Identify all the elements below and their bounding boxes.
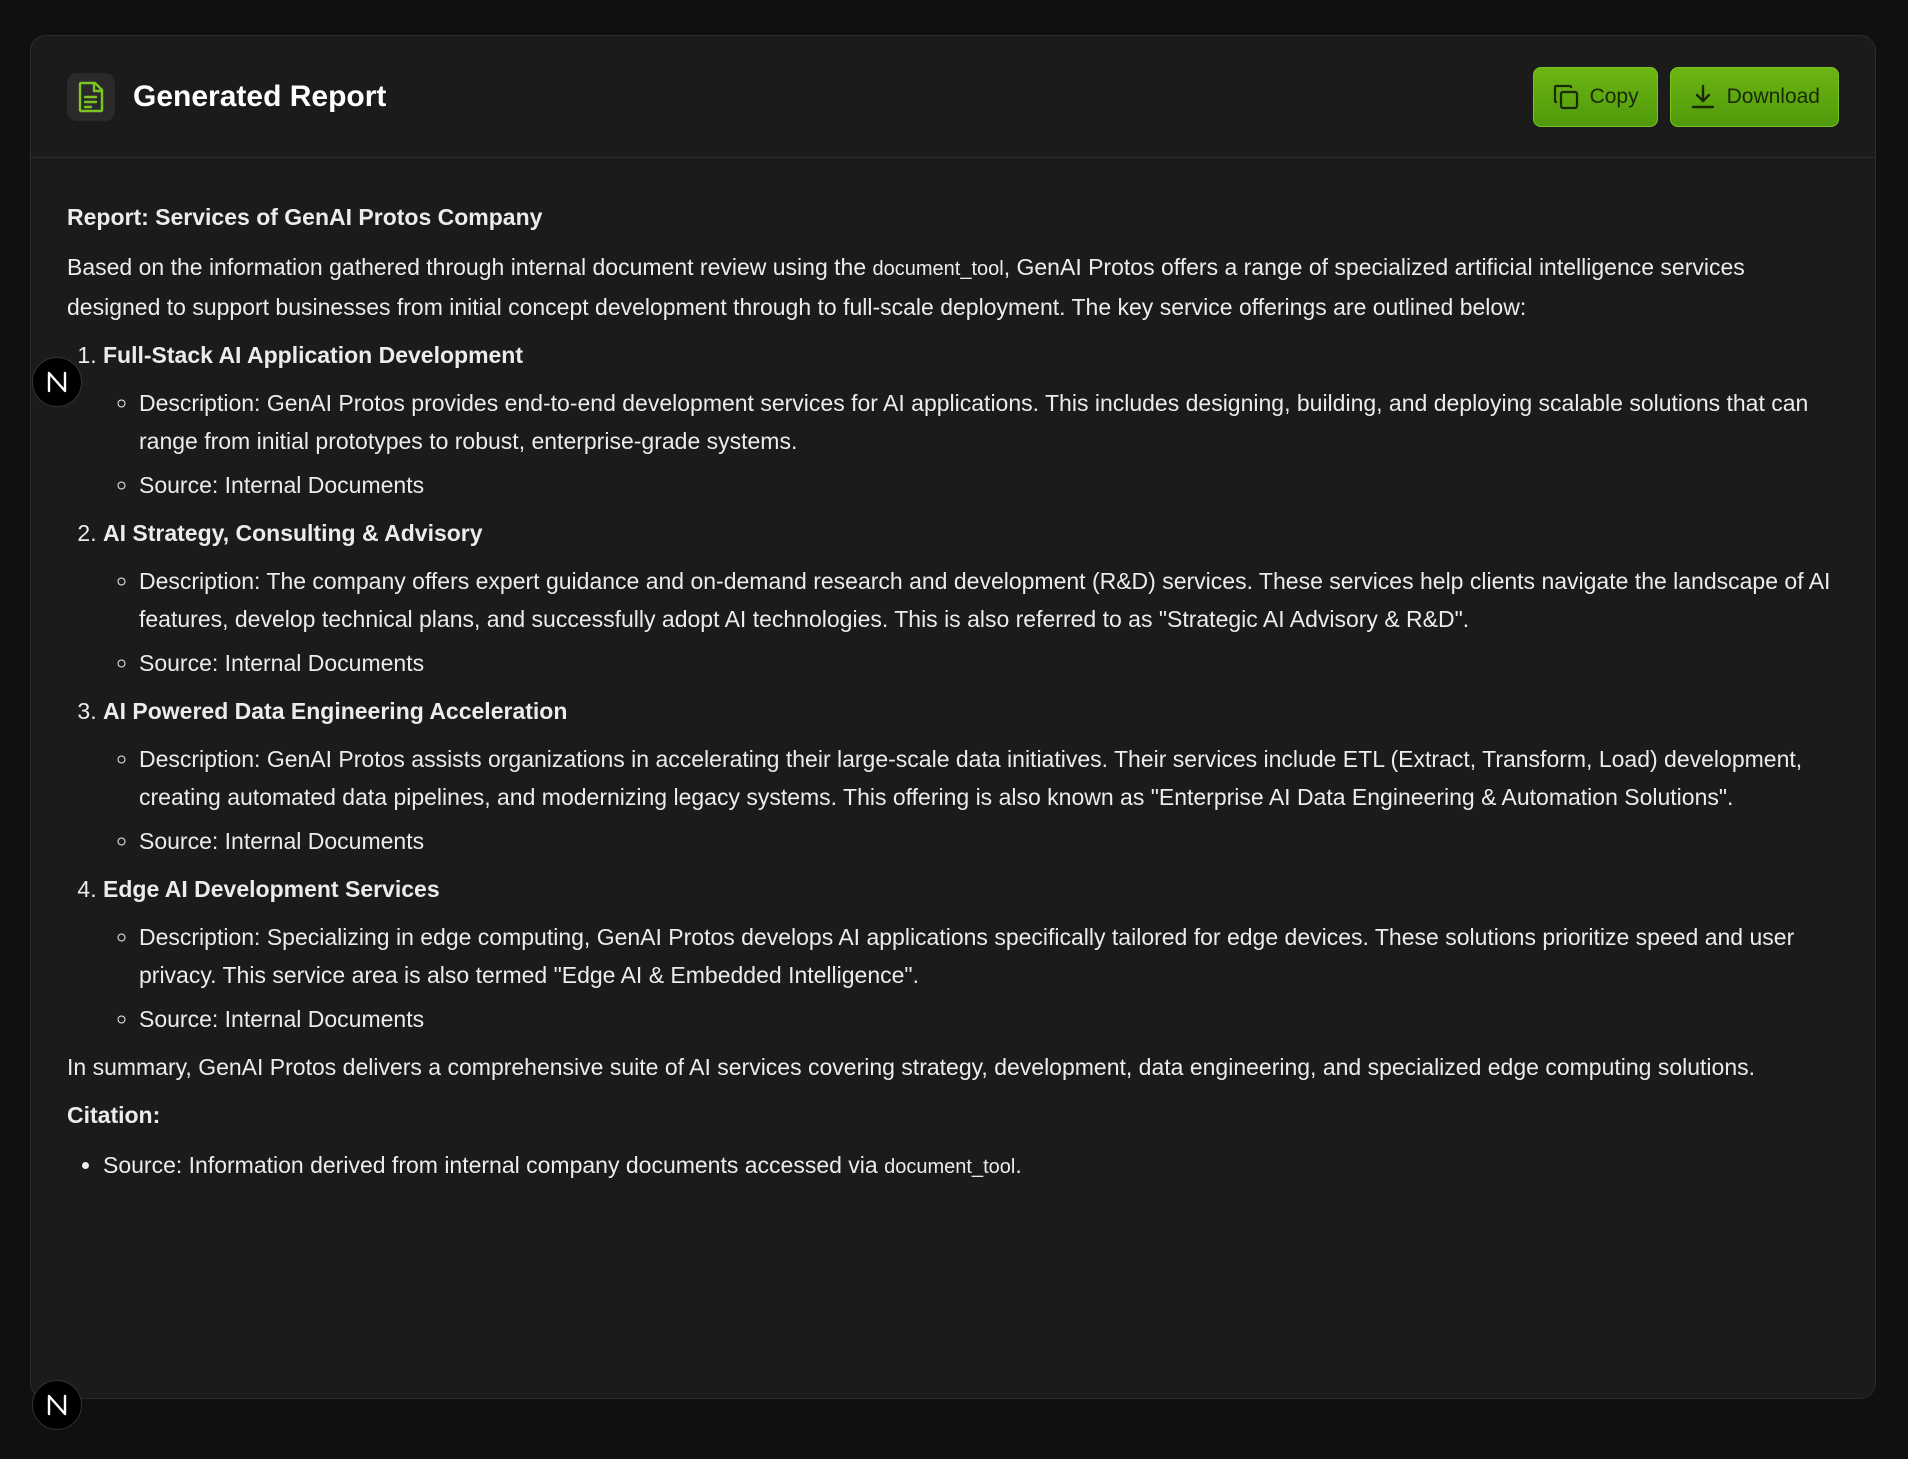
citation-list: Source: Information derived from interna… — [67, 1146, 1839, 1186]
copy-button-label: Copy — [1589, 84, 1639, 108]
citation-heading: Citation: — [67, 1102, 161, 1128]
inline-code: document_tool — [872, 258, 1004, 280]
service-title: AI Strategy, Consulting & Advisory — [103, 520, 483, 546]
report-panel: Generated Report Copy Download Report: S… — [30, 35, 1876, 1399]
service-description: Description: The company offers expert g… — [139, 562, 1839, 638]
n-logo-badge[interactable] — [32, 357, 82, 407]
list-item: Full-Stack AI Application Development De… — [103, 336, 1839, 504]
intro-paragraph: Based on the information gathered throug… — [67, 254, 1745, 320]
summary-paragraph: In summary, GenAI Protos delivers a comp… — [67, 1054, 1755, 1080]
service-source: Source: Internal Documents — [139, 822, 1839, 860]
service-description: Description: GenAI Protos provides end-t… — [139, 384, 1839, 460]
copy-icon — [1553, 84, 1578, 109]
inline-code: document_tool — [884, 1156, 1016, 1178]
download-icon — [1691, 84, 1714, 108]
service-title: AI Powered Data Engineering Acceleration — [103, 698, 568, 724]
page-title: Generated Report — [133, 79, 387, 113]
citation-item: Source: Information derived from interna… — [103, 1146, 1839, 1186]
list-item: AI Strategy, Consulting & Advisory Descr… — [103, 514, 1839, 682]
service-description: Description: Specializing in edge comput… — [139, 918, 1839, 994]
n-logo-badge[interactable] — [32, 1380, 82, 1430]
document-icon — [67, 72, 115, 121]
service-source: Source: Internal Documents — [139, 466, 1839, 504]
services-list: Full-Stack AI Application Development De… — [67, 336, 1839, 1038]
n-logo-icon — [47, 371, 67, 393]
list-item: Edge AI Development Services Description… — [103, 870, 1839, 1038]
service-description: Description: GenAI Protos assists organi… — [139, 740, 1839, 816]
service-title: Edge AI Development Services — [103, 876, 440, 902]
service-title: Full-Stack AI Application Development — [103, 342, 524, 368]
service-source: Source: Internal Documents — [139, 1000, 1839, 1038]
list-item: AI Powered Data Engineering Acceleration… — [103, 692, 1839, 860]
n-logo-icon — [47, 1394, 67, 1416]
download-button[interactable]: Download — [1669, 66, 1839, 127]
download-button-label: Download — [1726, 84, 1820, 108]
copy-button[interactable]: Copy — [1532, 66, 1658, 127]
report-content: Report: Services of GenAI Protos Company… — [31, 158, 1875, 1186]
service-source: Source: Internal Documents — [139, 644, 1839, 682]
report-header: Generated Report Copy Download — [31, 36, 1875, 158]
report-title: Report: Services of GenAI Protos Company — [67, 204, 543, 230]
